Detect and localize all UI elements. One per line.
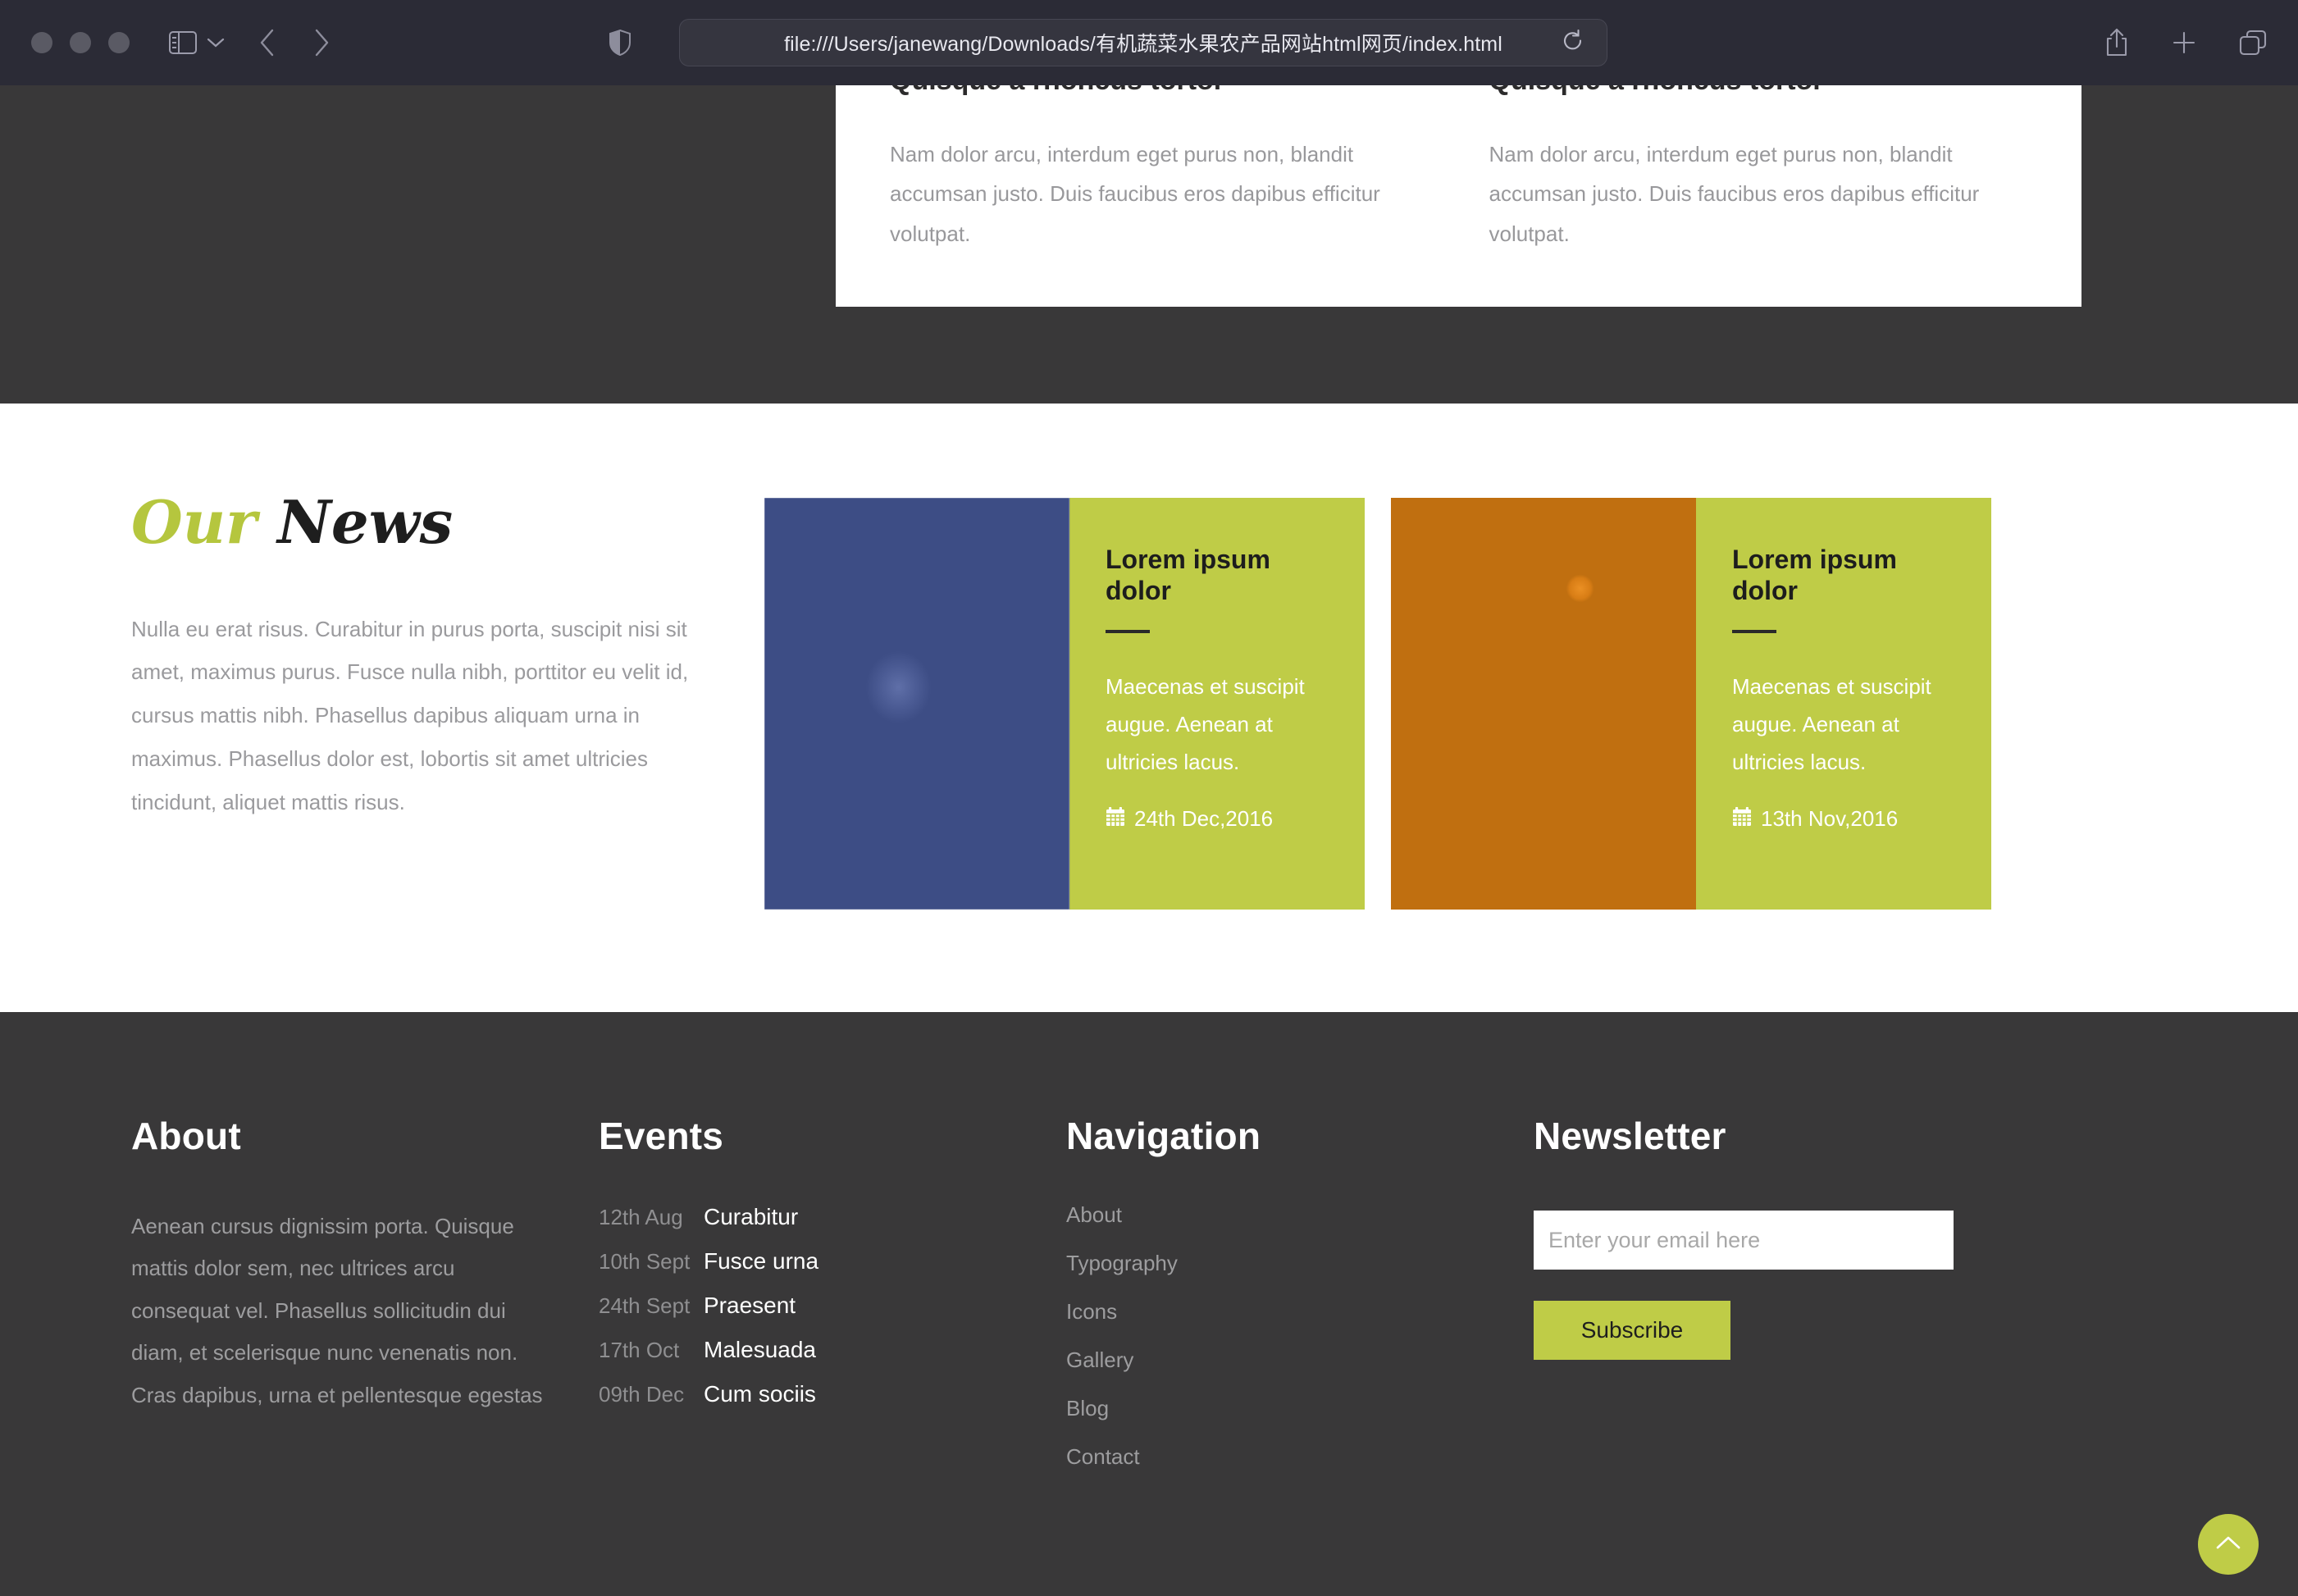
- grapes-on-vine-photo: [764, 498, 1069, 910]
- feature-body: Nam dolor arcu, interdum eget purus non,…: [1489, 142, 1980, 246]
- footer-navigation-column: Navigation About Typography Icons Galler…: [1066, 1117, 1534, 1493]
- webpage-viewport: Quisque a rhoncus tortor Nam dolor arcu,…: [0, 85, 2298, 1596]
- footer-about-heading: About: [131, 1115, 241, 1157]
- feature-card: Quisque a rhoncus tortor Nam dolor arcu,…: [836, 85, 2081, 307]
- minimize-window-button[interactable]: [70, 32, 91, 53]
- footer-about-text: Aenean cursus dignissim porta. Quisque m…: [131, 1214, 543, 1407]
- news-card-title: Lorem ipsum dolor: [1732, 545, 1897, 606]
- news-card[interactable]: Lorem ipsum dolor Maecenas et suscipit a…: [764, 498, 1365, 910]
- list-item[interactable]: 24th Sept Praesent: [599, 1293, 1066, 1319]
- scroll-to-top-button[interactable]: [2198, 1514, 2259, 1575]
- event-date: 12th Aug: [599, 1205, 683, 1229]
- event-name: Malesuada: [704, 1337, 816, 1362]
- event-name: Curabitur: [704, 1204, 799, 1229]
- subscribe-button[interactable]: Subscribe: [1534, 1301, 1730, 1360]
- news-card-date: 13th Nov,2016: [1732, 806, 1955, 832]
- footer-navigation-heading: Navigation: [1066, 1115, 1261, 1157]
- news-title-rest: News: [277, 487, 454, 557]
- news-card[interactable]: Lorem ipsum dolor Maecenas et suscipit a…: [1391, 498, 1991, 910]
- news-card-date-text: 24th Dec,2016: [1134, 806, 1274, 832]
- title-divider: [1732, 629, 1776, 633]
- footer-link-gallery[interactable]: Gallery: [1066, 1347, 1534, 1373]
- event-name: Fusce urna: [704, 1248, 819, 1274]
- news-card-date-text: 13th Nov,2016: [1761, 806, 1899, 832]
- footer-newsletter-heading: Newsletter: [1534, 1115, 1726, 1157]
- news-card-body: Maecenas et suscipit augue. Aenean at ul…: [1732, 673, 1931, 775]
- news-description: Nulla eu erat risus. Curabitur in purus …: [131, 616, 689, 814]
- tab-overview-icon[interactable]: [2239, 30, 2267, 56]
- toolbar-right-actions: [2104, 28, 2267, 57]
- footer-link-typography[interactable]: Typography: [1066, 1251, 1534, 1276]
- footer-events-list: 12th Aug Curabitur 10th Sept Fusce urna …: [599, 1204, 1066, 1407]
- feature-column: Quisque a rhoncus tortor Nam dolor arcu,…: [1489, 85, 2028, 307]
- chevron-down-icon[interactable]: [207, 37, 225, 48]
- plus-icon[interactable]: [2172, 30, 2196, 55]
- share-icon[interactable]: [2104, 28, 2129, 57]
- footer-nav-links: About Typography Icons Gallery Blog Cont…: [1066, 1202, 1534, 1470]
- features-section: Quisque a rhoncus tortor Nam dolor arcu,…: [0, 85, 2298, 404]
- email-field[interactable]: [1534, 1211, 1954, 1270]
- event-name: Cum sociis: [704, 1381, 816, 1407]
- list-item[interactable]: 12th Aug Curabitur: [599, 1204, 1066, 1230]
- event-date: 17th Oct: [599, 1338, 680, 1362]
- calendar-icon: [1106, 806, 1125, 832]
- footer-link-blog[interactable]: Blog: [1066, 1396, 1534, 1421]
- window-traffic-lights: [31, 32, 130, 53]
- privacy-shield-icon[interactable]: [609, 29, 631, 57]
- event-name: Praesent: [704, 1293, 796, 1318]
- footer-events-heading: Events: [599, 1115, 724, 1157]
- list-item[interactable]: 10th Sept Fusce urna: [599, 1248, 1066, 1275]
- maximize-window-button[interactable]: [108, 32, 130, 53]
- news-card-list: Lorem ipsum dolor Maecenas et suscipit a…: [764, 491, 1991, 910]
- news-card-body: Maecenas et suscipit augue. Aenean at ul…: [1106, 673, 1305, 775]
- footer-events-column: Events 12th Aug Curabitur 10th Sept Fusc…: [599, 1117, 1066, 1493]
- list-item[interactable]: 17th Oct Malesuada: [599, 1337, 1066, 1363]
- address-bar-url: file:///Users/janewang/Downloads/有机蔬菜水果农…: [784, 33, 1502, 56]
- feature-column: Quisque a rhoncus tortor Nam dolor arcu,…: [890, 85, 1429, 307]
- forward-arrow-icon[interactable]: [313, 29, 330, 57]
- feature-heading: Quisque a rhoncus tortor: [890, 85, 1429, 96]
- news-intro: Our News Nulla eu erat risus. Curabitur …: [131, 491, 755, 910]
- reload-icon[interactable]: [1562, 29, 1584, 57]
- feature-body: Nam dolor arcu, interdum eget purus non,…: [890, 142, 1380, 246]
- footer-link-contact[interactable]: Contact: [1066, 1444, 1534, 1470]
- feature-heading: Quisque a rhoncus tortor: [1489, 85, 2028, 96]
- event-date: 24th Sept: [599, 1293, 691, 1318]
- event-date: 10th Sept: [599, 1249, 691, 1274]
- news-section-title: Our News: [131, 491, 722, 554]
- news-title-accent: Our: [131, 487, 257, 557]
- event-date: 09th Dec: [599, 1382, 685, 1407]
- sidebar-toggle-icon[interactable]: [169, 31, 197, 54]
- footer-link-icons[interactable]: Icons: [1066, 1299, 1534, 1325]
- calendar-icon: [1732, 806, 1752, 832]
- footer-link-about[interactable]: About: [1066, 1202, 1534, 1228]
- orange-tree-photo: [1391, 498, 1696, 910]
- back-arrow-icon[interactable]: [259, 29, 276, 57]
- browser-toolbar: file:///Users/janewang/Downloads/有机蔬菜水果农…: [0, 0, 2298, 85]
- address-bar[interactable]: file:///Users/janewang/Downloads/有机蔬菜水果农…: [679, 19, 1607, 66]
- site-footer: About Aenean cursus dignissim porta. Qui…: [0, 1012, 2298, 1596]
- title-divider: [1106, 629, 1150, 633]
- news-section: Our News Nulla eu erat risus. Curabitur …: [0, 404, 2298, 1012]
- footer-newsletter-column: Newsletter Subscribe: [1534, 1117, 1993, 1493]
- news-card-title: Lorem ipsum dolor: [1106, 545, 1270, 606]
- newsletter-form: Subscribe: [1534, 1211, 1993, 1360]
- news-card-date: 24th Dec,2016: [1106, 806, 1329, 832]
- close-window-button[interactable]: [31, 32, 52, 53]
- chevron-up-icon: [2214, 1533, 2242, 1557]
- list-item[interactable]: 09th Dec Cum sociis: [599, 1381, 1066, 1407]
- footer-about-column: About Aenean cursus dignissim porta. Qui…: [131, 1117, 599, 1493]
